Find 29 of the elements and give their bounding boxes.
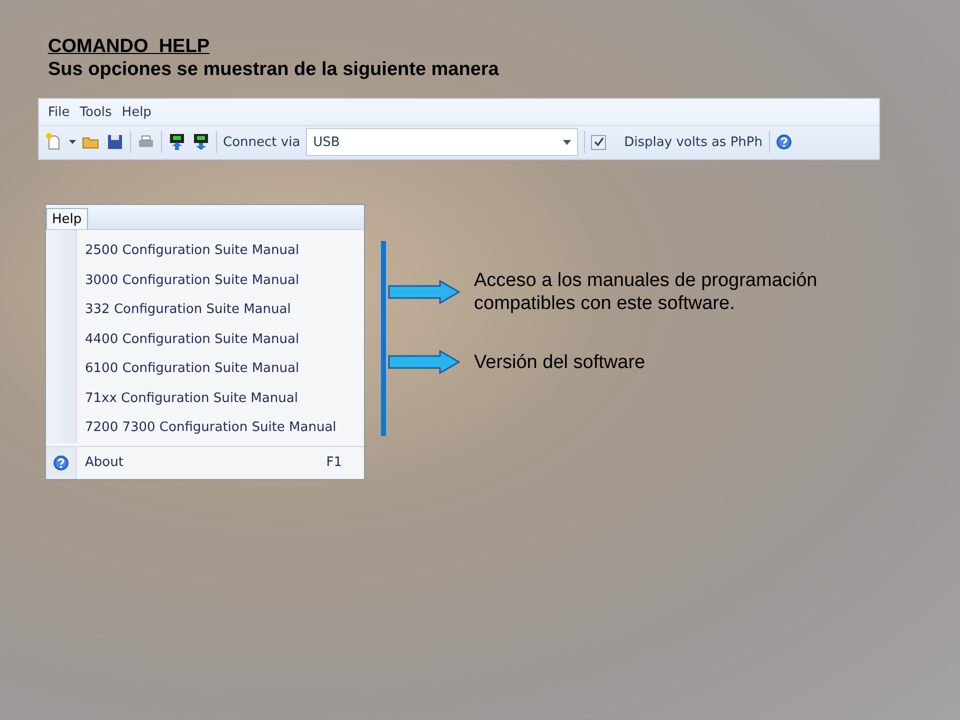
menu-item[interactable]: 6100 Configuration Suite Manual [77, 354, 364, 384]
dropdown-caret-icon[interactable] [69, 140, 76, 144]
menu-item[interactable]: 332 Configuration Suite Manual [77, 295, 364, 324]
connect-via-label: Connect via [223, 134, 300, 150]
callout-text: Versión del software [474, 350, 646, 374]
connection-select[interactable]: USB [306, 128, 578, 156]
slide-subtitle: Sus opciones se muestran de la siguiente manera [48, 58, 500, 82]
help-icon[interactable] [776, 134, 792, 150]
shortcut-label: F1 [326, 455, 343, 470]
checkbox[interactable] [591, 134, 606, 150]
download-device-icon[interactable] [192, 133, 210, 151]
menu-item[interactable]: 2500 Configuration Suite Manual [77, 236, 364, 266]
about-menu-item[interactable]: About [77, 455, 326, 470]
menu-item[interactable]: File [47, 105, 71, 120]
dropdown-caret-icon [563, 140, 572, 144]
menu-item[interactable]: 4400 Configuration Suite Manual [77, 324, 364, 354]
menu-item[interactable]: 7200 7300 Configuration Suite Manual [77, 413, 364, 442]
menu-item[interactable]: 3000 Configuration Suite Manual [77, 266, 364, 295]
upload-device-icon[interactable] [168, 133, 186, 151]
help-icon[interactable] [53, 454, 69, 470]
menu-item[interactable]: 71xx Configuration Suite Manual [77, 384, 364, 413]
help-menu-tab[interactable]: Help [46, 208, 88, 229]
menu-item[interactable]: Tools [78, 105, 113, 120]
right-arrow-icon [388, 280, 460, 304]
slide-title: COMANDO HELP [48, 36, 210, 58]
menu-item[interactable]: Help [120, 105, 152, 120]
callout-text: Acceso a los manuales de programación compatibles con este software. [474, 269, 818, 315]
checkbox-label: Display volts as PhPh [624, 134, 762, 150]
right-arrow-icon [388, 350, 460, 374]
